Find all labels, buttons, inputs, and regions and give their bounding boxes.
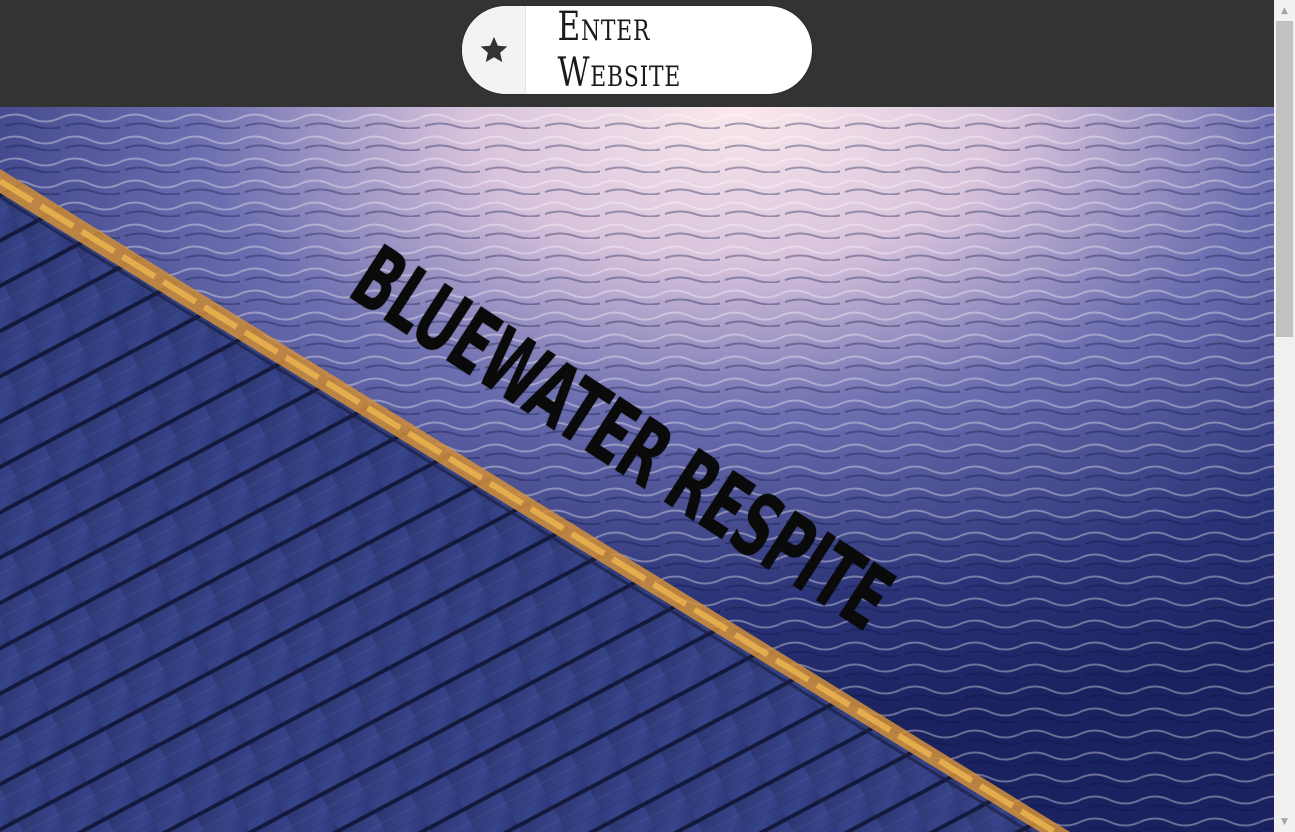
scroll-up-arrow-icon[interactable]: ▲ xyxy=(1274,2,1295,19)
scroll-thumb[interactable] xyxy=(1276,21,1293,337)
page-viewport: Enter Website BLUEWATER RESPITE xyxy=(0,0,1274,832)
star-icon xyxy=(480,36,507,63)
enter-website-button[interactable]: Enter Website xyxy=(462,6,812,94)
scroll-down-arrow-icon[interactable]: ▼ xyxy=(1274,813,1295,830)
star-icon-cell xyxy=(462,6,526,94)
vertical-scrollbar[interactable]: ▲ ▼ xyxy=(1274,0,1295,832)
enter-website-label: Enter Website xyxy=(557,6,682,94)
top-bar: Enter Website xyxy=(0,0,1274,107)
